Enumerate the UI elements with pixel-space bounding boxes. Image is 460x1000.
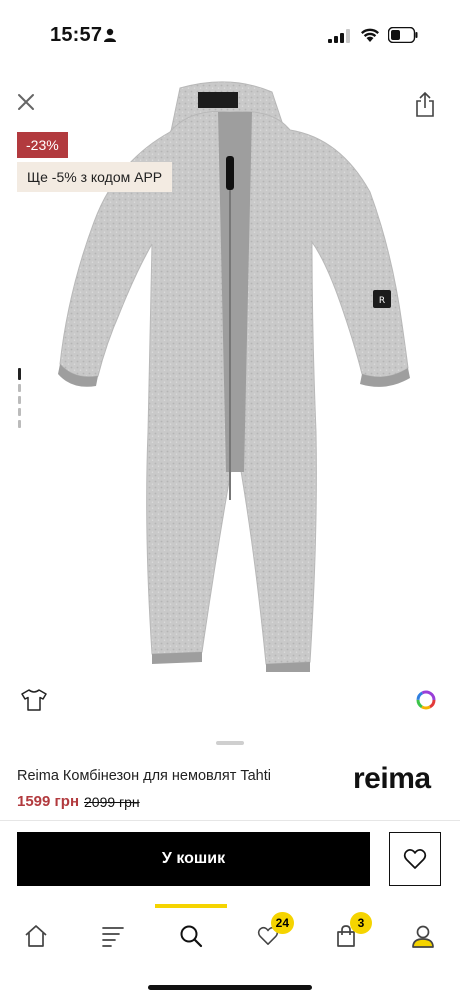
battery-icon xyxy=(388,27,418,43)
tshirt-size-icon[interactable] xyxy=(21,689,47,711)
gallery-dot-3[interactable] xyxy=(18,396,21,404)
menu-icon xyxy=(102,927,124,947)
gallery-dot-4[interactable] xyxy=(18,408,21,416)
status-time: 15:57 xyxy=(50,24,103,46)
product-title: Reima Комбінезон для немовлят Tahti xyxy=(17,768,271,784)
wishlist-button[interactable] xyxy=(389,832,441,886)
gallery-dot-1[interactable] xyxy=(18,368,21,380)
signal-icon xyxy=(328,29,350,43)
add-to-cart-label: У кошик xyxy=(161,850,226,867)
add-to-cart-button[interactable]: У кошик xyxy=(17,832,370,886)
status-bar: 15:57 xyxy=(0,0,460,66)
close-button[interactable] xyxy=(12,88,40,116)
heart-icon xyxy=(403,848,427,869)
svg-text:R: R xyxy=(379,296,385,306)
person-icon xyxy=(104,28,116,42)
share-button[interactable] xyxy=(410,88,440,120)
discount-badge: -23% xyxy=(17,132,68,158)
gallery-dot-2[interactable] xyxy=(18,384,21,392)
close-icon xyxy=(18,94,34,110)
price-old: 2099 грн xyxy=(84,794,140,810)
home-icon xyxy=(25,925,47,947)
nav-profile[interactable] xyxy=(405,918,441,954)
divider xyxy=(0,820,460,821)
nav-active-indicator xyxy=(155,904,227,908)
share-icon xyxy=(416,91,434,117)
bottom-nav: 24 3 xyxy=(0,904,460,964)
price-current: 1599 грн xyxy=(17,793,80,810)
nav-cart[interactable]: 3 xyxy=(328,912,372,954)
gallery-indicator[interactable] xyxy=(18,368,22,462)
product-gallery[interactable]: R -23% Ще -5% з кодом APP xyxy=(0,66,460,730)
nav-catalog[interactable] xyxy=(95,918,131,954)
nav-search[interactable] xyxy=(173,918,209,954)
promo-badge: Ще -5% з кодом APP xyxy=(17,162,173,192)
nav-home[interactable] xyxy=(18,918,54,954)
user-icon xyxy=(412,925,434,948)
wishlist-count-badge: 24 xyxy=(270,912,294,934)
home-indicator xyxy=(148,985,312,990)
cart-count-badge: 3 xyxy=(350,912,372,934)
gallery-dot-5[interactable] xyxy=(18,420,21,428)
nav-wishlist[interactable]: 24 xyxy=(250,912,294,954)
color-wheel-icon[interactable] xyxy=(415,689,437,711)
wifi-icon xyxy=(361,28,379,42)
drag-handle[interactable] xyxy=(216,741,244,745)
brand-logo[interactable]: reima xyxy=(353,762,431,796)
search-icon xyxy=(180,925,203,948)
